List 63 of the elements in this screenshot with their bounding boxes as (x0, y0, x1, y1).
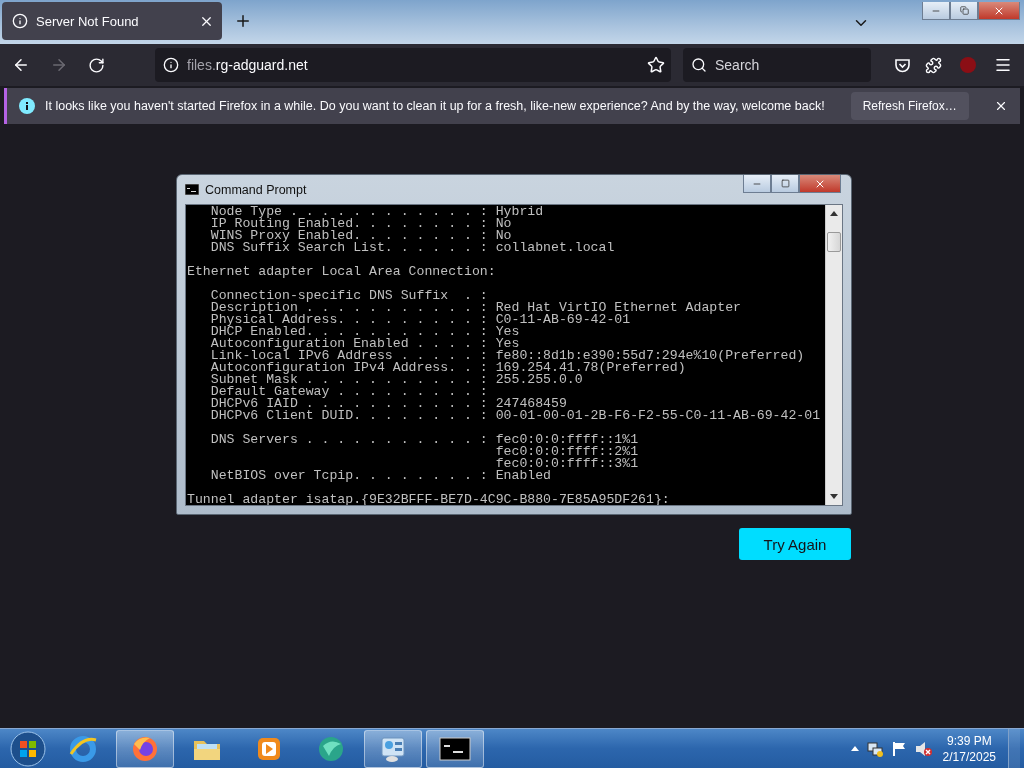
close-icon (994, 99, 1008, 113)
console-line: Link-local IPv6 Address . . . . . : fe80::8d1b:e390:55d7:294e%10(Preferred) (209, 350, 806, 362)
search-bar[interactable]: Search (683, 48, 871, 82)
caret-up-icon[interactable] (850, 746, 859, 751)
url-text: files.rg-adguard.net (187, 57, 309, 73)
flag-icon[interactable] (890, 740, 907, 757)
console-line: Physical Address. . . . . . . . . : C0-11-AB-69-42-01 (209, 314, 632, 326)
caret-down-icon (830, 494, 838, 499)
info-icon (19, 98, 35, 114)
browser-tab[interactable]: Server Not Found (2, 2, 222, 40)
muted-speaker-icon[interactable] (914, 740, 933, 757)
console-line: fec0:0:0:ffff::2%1 (494, 446, 640, 458)
clock-time: 9:39 PM (946, 732, 992, 749)
pocket-icon (894, 56, 911, 74)
maximize-button[interactable] (771, 175, 799, 193)
console-line: NetBIOS over Tcpip. . . . . . . . : Enabled (209, 470, 553, 482)
console-line: Node Type . . . . . . . . . . . . : Hybrid (209, 206, 545, 218)
console-line: DHCPv6 Client DUID. . . . . . . . : 00-01-00-01-2B-F6-F2-55-C0-11-AB-69-42-01 (209, 410, 822, 422)
console-line: DHCPv6 IAID . . . . . . . . . . . : 247468459 (209, 398, 567, 410)
console-line: WINS Proxy Enabled. . . . . . . . : No (209, 230, 512, 242)
puzzle-icon (925, 56, 942, 74)
minimize-button[interactable] (743, 175, 771, 193)
console-line: IP Routing Enabled. . . . . . . . : No (209, 218, 512, 230)
console-line: Description . . . . . . . . . . . : Red Hat VirtIO Ethernet Adapter (209, 302, 742, 314)
console-line: Default Gateway . . . . . . . . . : (209, 386, 489, 398)
notification-message: It looks like you haven't started Firefox in a while. Do you want to clean it up for a fresh, like-new experience? And by the way, welcome back! (45, 99, 825, 113)
info-icon (12, 13, 28, 29)
address-bar[interactable]: files.rg-adguard.net (155, 48, 671, 82)
menu-icon (994, 56, 1012, 74)
maximize-icon (780, 179, 790, 188)
console-line: DNS Suffix Search List. . . . . . : collabnet.local (209, 242, 616, 254)
network-icon[interactable] (866, 740, 883, 757)
restore-button[interactable] (950, 2, 978, 20)
minimize-button[interactable] (922, 2, 950, 20)
console-line: Tunnel adapter isatap.{9E32BFFF-BE7D-4C9C-B880-7E85A95DF261}: (187, 494, 671, 505)
restore-icon (959, 6, 969, 15)
terminal-icon (439, 736, 471, 761)
console-line: Ethernet adapter Local Area Connection: (187, 266, 497, 278)
console-line: DNS Servers . . . . . . . . . . . : fec0:0:0:ffff::1%1 (209, 434, 640, 446)
console-line: Autoconfiguration Enabled . . . . : Yes (209, 338, 520, 350)
scroll-thumb[interactable] (827, 232, 841, 252)
caret-up-icon (830, 211, 838, 216)
console-line: Autoconfiguration IPv4 Address. . : 169.254.41.78(Preferred) (209, 362, 686, 374)
console-line: fec0:0:0:ffff::3%1 (494, 458, 640, 470)
tab-title: Server Not Found (36, 13, 140, 29)
console-line: DHCP Enabled. . . . . . . . . . . : Yes (209, 326, 521, 338)
terminal-icon (185, 184, 199, 195)
star-icon[interactable] (647, 56, 665, 74)
taskbar-button[interactable] (426, 729, 484, 768)
clock-date: 2/17/2025 (942, 748, 996, 765)
console-line: Connection-specific DNS Suffix . : (209, 290, 489, 302)
reload-icon (88, 56, 105, 74)
try-again-button[interactable]: Try Again (739, 528, 851, 560)
search-field[interactable]: Search (713, 56, 853, 74)
ring-globe-icon (68, 733, 98, 764)
refresh-firefox-button[interactable]: Refresh Firefox… (850, 92, 969, 120)
search-icon (691, 57, 707, 73)
window-title: Command Prompt (205, 182, 307, 197)
console-line: Subnet Mask . . . . . . . . . . . : 255.255.0.0 (209, 374, 583, 386)
forward-arrow-icon (50, 56, 68, 74)
plus-icon (234, 12, 252, 30)
windows-logo-icon (10, 730, 46, 767)
info-icon (163, 57, 179, 73)
